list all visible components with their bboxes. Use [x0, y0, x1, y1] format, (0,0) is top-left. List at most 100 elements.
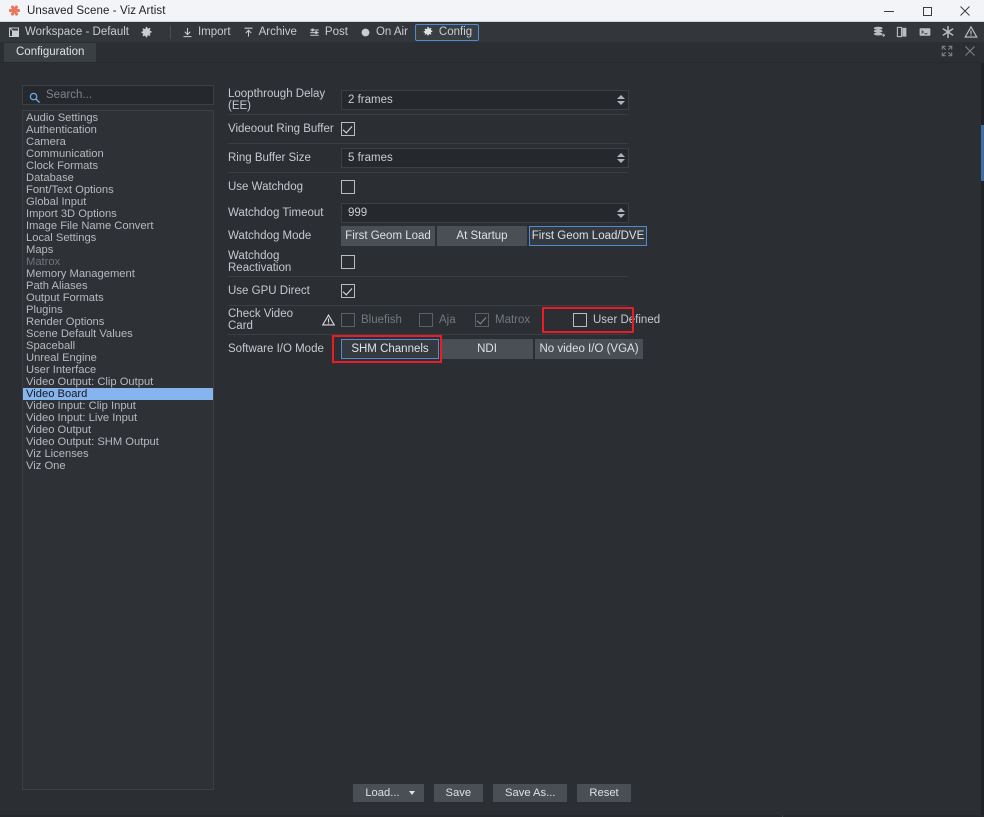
sidebar-item[interactable]: Image File Name Convert — [23, 220, 213, 232]
menubar-right-icons — [872, 22, 978, 42]
checkbox-item-matrox[interactable]: Matrox — [475, 313, 551, 327]
snowflake-icon[interactable] — [941, 25, 955, 39]
sidebar-item[interactable]: Render Options — [23, 316, 213, 328]
sidebar-item[interactable]: Scene Default Values — [23, 328, 213, 340]
checkbox-watchdog-reactivation[interactable] — [341, 255, 355, 269]
sidebar-item[interactable]: Viz One — [23, 460, 213, 472]
menu-item-on-air[interactable]: On Air — [355, 23, 415, 41]
sidebar-item[interactable]: Viz Licenses — [23, 448, 213, 460]
warning-icon[interactable] — [964, 25, 978, 39]
sidebar-item[interactable]: Clock Formats — [23, 160, 213, 172]
sidebar-item[interactable]: Font/Text Options — [23, 184, 213, 196]
sidebar-item[interactable]: Video Input: Clip Input — [23, 400, 213, 412]
minimize-icon[interactable] — [870, 0, 908, 22]
segbtn-shm-channels[interactable]: SHM Channels — [341, 339, 439, 359]
checkbox-videoout-ring-buffer[interactable] — [341, 122, 355, 136]
tab-configuration[interactable]: Configuration — [4, 43, 96, 62]
sidebar-item-label: User Interface — [26, 364, 96, 376]
checkbox-aja[interactable] — [419, 313, 433, 327]
sidebar-item[interactable]: Maps — [23, 244, 213, 256]
sidebar-item[interactable]: Spaceball — [23, 340, 213, 352]
sidebar-item[interactable]: Plugins — [23, 304, 213, 316]
input-ring-buffer-size[interactable]: 5 frames — [341, 148, 629, 168]
checkbox-use-watchdog[interactable] — [341, 180, 355, 194]
spinner-up-icon[interactable] — [617, 153, 625, 157]
menu-item-settings-gear[interactable] — [136, 23, 164, 41]
segbtn-ndi[interactable]: NDI — [441, 339, 533, 359]
checkbox-use-gpu-direct[interactable] — [341, 284, 355, 298]
sidebar-item[interactable]: Camera — [23, 136, 213, 148]
checkbox-matrox[interactable] — [475, 313, 489, 327]
menu-item-post[interactable]: Post — [304, 23, 355, 41]
save-button[interactable]: Save — [434, 784, 484, 802]
sidebar-item[interactable]: Path Aliases — [23, 280, 213, 292]
menu-item-archive[interactable]: Archive — [238, 23, 304, 41]
input-loopthrough-delay[interactable]: 2 frames — [341, 90, 629, 110]
save-as-button[interactable]: Save As... — [493, 784, 567, 802]
spinner-down-icon[interactable] — [617, 101, 625, 105]
sidebar-item[interactable]: Memory Management — [23, 268, 213, 280]
label-watchdog-mode: Watchdog Mode — [228, 230, 341, 242]
database-icon[interactable] — [872, 25, 886, 39]
configuration-category-list[interactable]: Audio SettingsAuthenticationCameraCommun… — [22, 110, 214, 790]
search-icon — [29, 90, 40, 101]
checkbox-item-user-defined[interactable]: User Defined — [573, 313, 660, 327]
label-bluefish: Bluefish — [361, 314, 402, 326]
sidebar-item[interactable]: Import 3D Options — [23, 208, 213, 220]
segbtn-no-video-io-vga[interactable]: No video I/O (VGA) — [535, 339, 643, 359]
segbtn-first-geom-load[interactable]: First Geom Load — [341, 226, 435, 246]
sidebar-item[interactable]: Database — [23, 172, 213, 184]
window-titlebar: Unsaved Scene - Viz Artist — [0, 0, 984, 22]
menu-item-import[interactable]: Import — [177, 23, 238, 41]
spinner-watchdog-timeout[interactable] — [617, 208, 625, 218]
spinner-down-icon[interactable] — [617, 159, 625, 163]
console-icon[interactable] — [918, 25, 932, 39]
sidebar-item[interactable]: Video Output: Clip Output — [23, 376, 213, 388]
sidebar-item-label: Matrox — [26, 256, 60, 268]
menu-item-post-label: Post — [325, 26, 348, 38]
segbtn-first-geom-load-dve[interactable]: First Geom Load/DVE — [529, 226, 647, 246]
search-input[interactable] — [46, 89, 207, 101]
input-watchdog-timeout[interactable]: 999 — [341, 203, 629, 223]
search-box[interactable] — [22, 85, 214, 105]
sidebar-item-label: Scene Default Values — [26, 328, 133, 340]
spinner-ring-buffer-size[interactable] — [617, 153, 625, 163]
row-use-gpu-direct: Use GPU Direct — [228, 276, 962, 305]
sidebar-item[interactable]: Matrox — [23, 256, 213, 268]
checkbox-bluefish[interactable] — [341, 313, 355, 327]
sidebar-item[interactable]: Output Formats — [23, 292, 213, 304]
checkbox-user-defined[interactable] — [573, 313, 587, 327]
sidebar-item[interactable]: User Interface — [23, 364, 213, 376]
spinner-up-icon[interactable] — [617, 95, 625, 99]
sidebar-item[interactable]: Video Output — [23, 424, 213, 436]
sidebar-item[interactable]: Authentication — [23, 124, 213, 136]
sidebar-item[interactable]: Video Output: SHM Output — [23, 436, 213, 448]
spinner-loopthrough-delay[interactable] — [617, 95, 625, 105]
close-panel-icon[interactable] — [964, 44, 976, 56]
checkbox-item-bluefish[interactable]: Bluefish — [341, 313, 419, 327]
maximize-icon[interactable] — [908, 0, 946, 22]
sidebar-item-label: Authentication — [26, 124, 97, 136]
library-icon[interactable] — [895, 25, 909, 39]
video-board-settings-panel: Loopthrough Delay (EE) 2 frames Videoout… — [228, 85, 962, 364]
spinner-down-icon[interactable] — [617, 214, 625, 218]
spinner-up-icon[interactable] — [617, 208, 625, 212]
load-button[interactable]: Load... — [353, 784, 423, 802]
checkbox-item-aja[interactable]: Aja — [419, 313, 475, 327]
row-videoout-ring-buffer: Videoout Ring Buffer — [228, 114, 962, 143]
sidebar-item[interactable]: Global Input — [23, 196, 213, 208]
sidebar-item[interactable]: Video Board — [23, 388, 213, 400]
menu-item-workspace[interactable]: Workspace - Default — [4, 23, 136, 41]
menu-item-on-air-label: On Air — [376, 26, 408, 38]
close-icon[interactable] — [946, 0, 984, 22]
menu-item-config[interactable]: Config — [415, 24, 479, 41]
chevron-down-icon[interactable] — [409, 791, 415, 795]
sidebar-item[interactable]: Unreal Engine — [23, 352, 213, 364]
reset-button[interactable]: Reset — [577, 784, 630, 802]
expand-icon[interactable] — [941, 44, 953, 56]
sidebar-item[interactable]: Audio Settings — [23, 112, 213, 124]
segbtn-at-startup[interactable]: At Startup — [437, 226, 527, 246]
sidebar-item[interactable]: Communication — [23, 148, 213, 160]
sidebar-item[interactable]: Local Settings — [23, 232, 213, 244]
sidebar-item[interactable]: Video Input: Live Input — [23, 412, 213, 424]
